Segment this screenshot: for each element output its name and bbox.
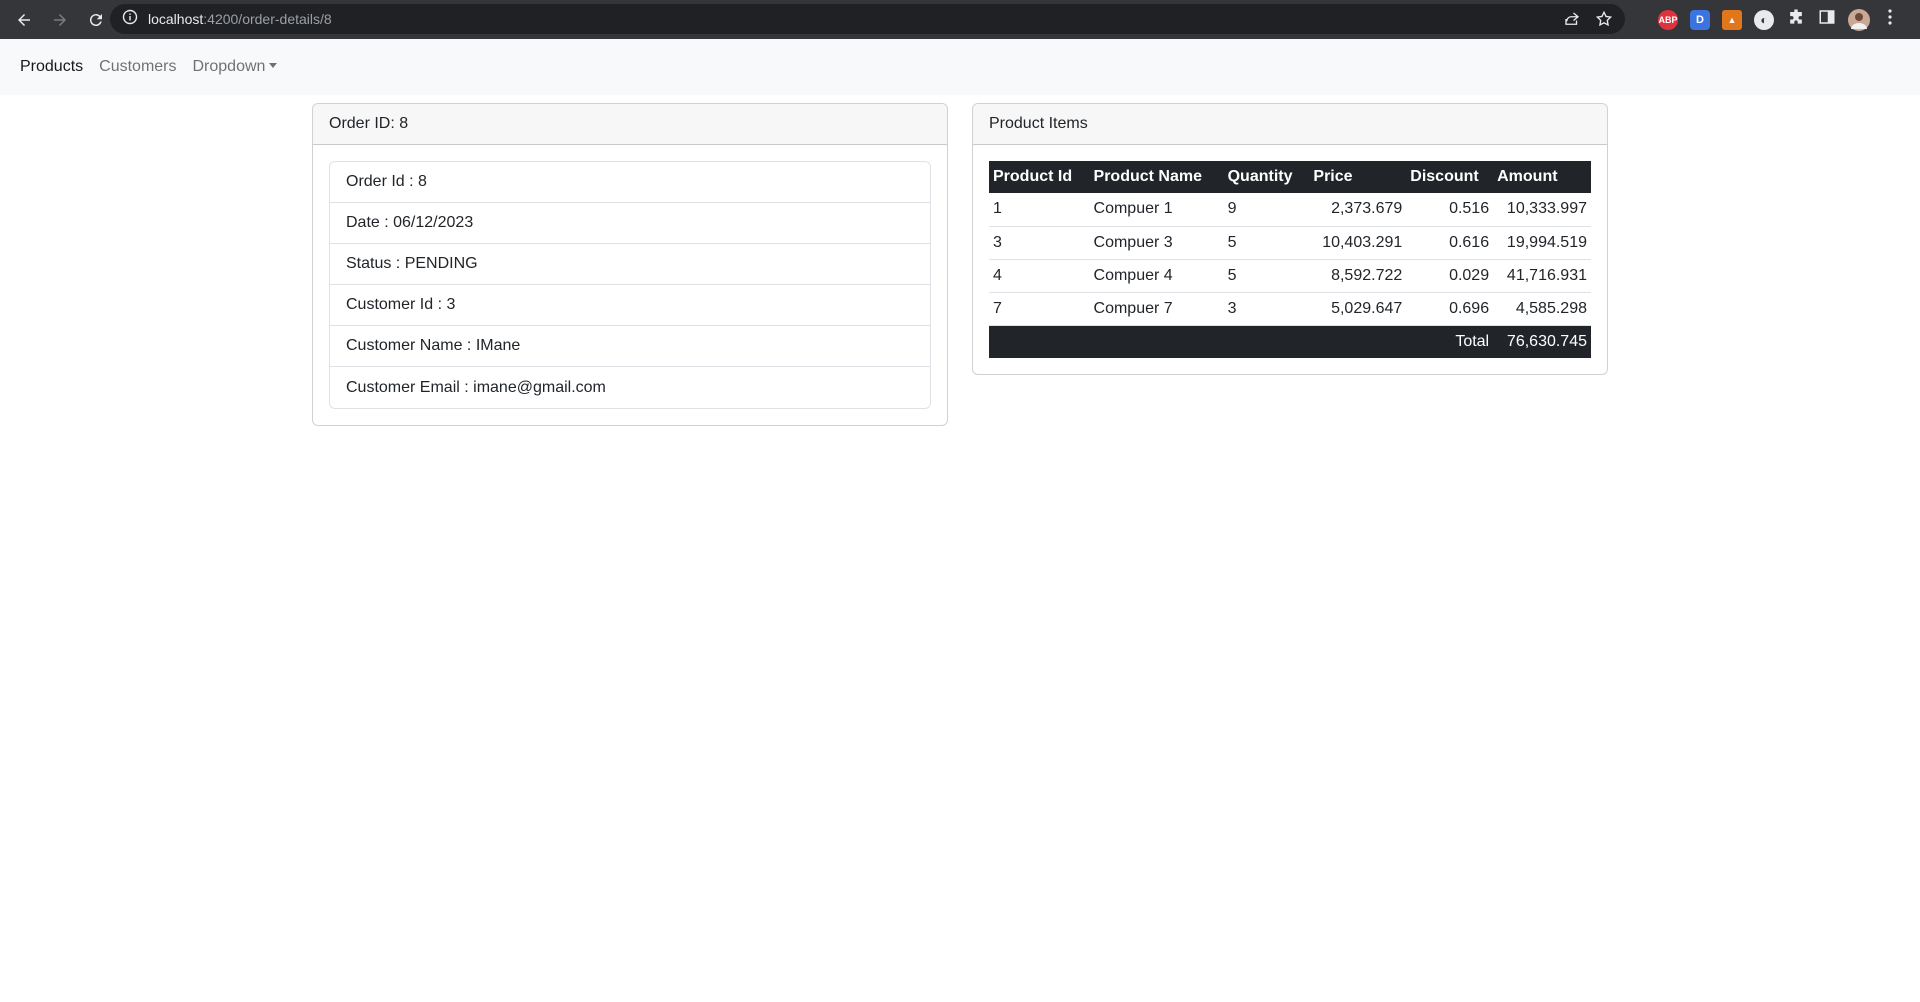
cell-product-id: 3 [989,226,1090,260]
profile-avatar-icon[interactable] [1848,8,1870,31]
contrast-extension-icon[interactable]: ◐ [1754,9,1774,30]
cell-product-name: Compuer 4 [1089,259,1224,293]
order-id-item: Order Id : 8 [330,162,930,203]
cell-price: 8,592.722 [1309,259,1407,293]
extension-d-icon[interactable]: D [1690,9,1710,30]
total-label: Total [989,325,1494,358]
cell-amount: 19,994.519 [1493,226,1591,260]
cell-product-name: Compuer 7 [1089,292,1224,326]
share-icon[interactable] [1563,10,1581,33]
customer-name-item: Customer Name : IMane [330,326,930,367]
col-price: Price [1309,161,1407,193]
cell-product-id: 1 [989,193,1090,227]
product-items-card: Product Items Product Id Product Name Qu… [972,103,1608,375]
adblock-icon[interactable]: ABP [1658,9,1678,30]
info-icon[interactable] [122,9,138,30]
cell-product-id: 4 [989,259,1090,293]
cell-product-id: 7 [989,292,1090,326]
app-navbar: Products Customers Dropdown [0,39,1920,95]
bookmark-star-icon[interactable] [1595,10,1613,33]
col-product-id: Product Id [989,161,1090,193]
url-text: localhost:4200/order-details/8 [148,11,332,27]
col-amount: Amount [1493,161,1591,193]
menu-kebab-icon[interactable] [1882,8,1898,31]
customer-id-item: Customer Id : 3 [330,285,930,326]
cell-amount: 4,585.298 [1493,292,1591,326]
col-quantity: Quantity [1223,161,1310,193]
customer-email-item: Customer Email : imane@gmail.com [346,378,606,396]
nav-dropdown[interactable]: Dropdown [193,58,278,76]
nav-dropdown-label: Dropdown [192,58,266,75]
order-date-item: Date : 06/12/2023 [330,203,930,244]
total-value: 76,630.745 [1493,325,1591,358]
nav-products[interactable]: Products [20,58,83,76]
cell-product-name: Compuer 3 [1089,226,1224,260]
table-row: 3 Compuer 3 5 10,403.291 0.616 19,994.51… [989,226,1591,260]
cell-price: 2,373.679 [1309,193,1407,227]
table-header-row: Product Id Product Name Quantity Price D… [989,161,1591,193]
cell-discount: 0.029 [1406,259,1494,293]
fox-extension-icon[interactable]: ▲ [1722,9,1742,30]
cell-discount: 0.696 [1406,292,1494,326]
nav-customers[interactable]: Customers [99,58,176,76]
reload-icon[interactable] [80,4,112,36]
table-row: 7 Compuer 7 3 5,029.647 0.696 4,585.298 [989,292,1591,326]
cell-discount: 0.616 [1406,226,1494,260]
col-discount: Discount [1406,161,1494,193]
total-row: Total 76,630.745 [989,325,1591,358]
cell-product-name: Compuer 1 [1089,193,1224,227]
product-items-header: Product Items [973,104,1607,145]
cell-discount: 0.516 [1406,193,1494,227]
side-panel-icon[interactable] [1818,8,1836,31]
cell-amount: 41,716.931 [1493,259,1591,293]
cell-price: 5,029.647 [1309,292,1407,326]
table-row: 1 Compuer 1 9 2,373.679 0.516 10,333.997 [989,193,1591,227]
col-product-name: Product Name [1089,161,1224,193]
order-card: Order ID: 8 Order Id : 8 Date : 06/12/20… [312,103,948,426]
cell-quantity: 9 [1223,193,1310,227]
order-status-item: Status : PENDING [330,244,930,285]
forward-icon[interactable] [44,4,76,36]
table-row: 4 Compuer 4 5 8,592.722 0.029 41,716.931 [989,259,1591,293]
back-icon[interactable] [8,4,40,36]
order-card-header: Order ID: 8 [313,104,947,145]
order-details-list: Order Id : 8 Date : 06/12/2023 Status : … [329,161,931,409]
cell-quantity: 5 [1223,259,1310,293]
cell-quantity: 3 [1223,292,1310,326]
address-bar[interactable]: localhost:4200/order-details/8 [110,4,1625,34]
caret-down-icon [269,63,278,68]
browser-toolbar: localhost:4200/order-details/8 ABP D ▲ ◐ [0,0,1920,39]
cell-amount: 10,333.997 [1493,193,1591,227]
product-items-table: Product Id Product Name Quantity Price D… [989,161,1591,358]
puzzle-extensions-icon[interactable] [1786,7,1806,32]
cell-quantity: 5 [1223,226,1310,260]
cell-price: 10,403.291 [1309,226,1407,260]
